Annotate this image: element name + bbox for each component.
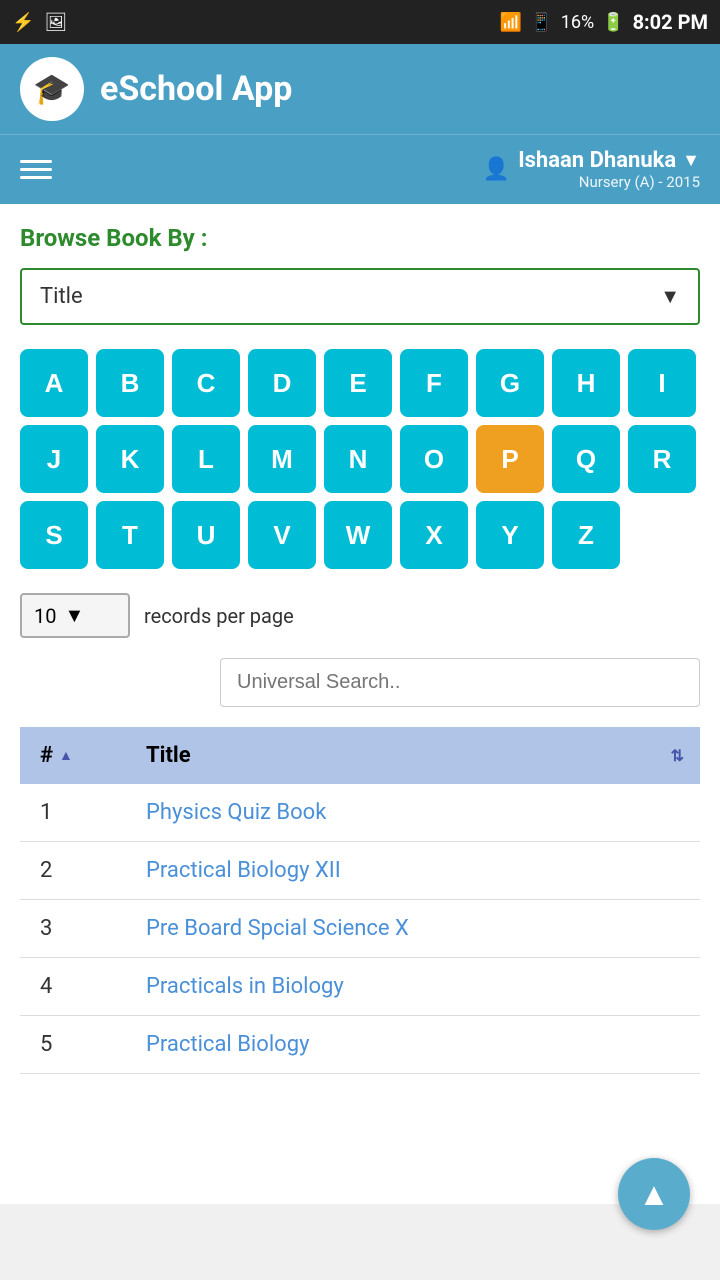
usb-icon: ⚡ — [12, 12, 34, 33]
search-container — [20, 658, 700, 707]
records-label: records per page — [144, 604, 294, 628]
alpha-btn-k[interactable]: K — [96, 425, 164, 493]
table-row: 5 Practical Biology — [20, 1016, 700, 1074]
col-title-header[interactable]: Title ⇅ — [130, 727, 700, 784]
status-bar: ⚡ 🖼 📶 📱 16% 🔋 8:02 PM — [0, 0, 720, 44]
book-title-link[interactable]: Practicals in Biology — [146, 974, 344, 999]
book-title-link[interactable]: Physics Quiz Book — [146, 800, 326, 825]
user-text: Ishaan Dhanuka ▼ Nursery (A) - 2015 — [518, 148, 700, 191]
col-num-header[interactable]: # ▲ — [20, 727, 130, 784]
alphabet-grid: ABCDEFGHI JKLMNOPQR STUVWXYZ — [20, 349, 700, 569]
alpha-btn-p[interactable]: P — [476, 425, 544, 493]
alpha-btn-n[interactable]: N — [324, 425, 392, 493]
user-class: Nursery (A) - 2015 — [579, 173, 700, 191]
table-row: 2 Practical Biology XII — [20, 842, 700, 900]
signal-icon: 📱 — [530, 12, 552, 33]
alpha-btn-s[interactable]: S — [20, 501, 88, 569]
alpha-btn-y[interactable]: Y — [476, 501, 544, 569]
app-logo: 🎓 — [20, 57, 84, 121]
row-number: 4 — [20, 958, 130, 1015]
alpha-btn-v[interactable]: V — [248, 501, 316, 569]
alpha-btn-o[interactable]: O — [400, 425, 468, 493]
alpha-btn-f[interactable]: F — [400, 349, 468, 417]
user-dropdown-arrow: ▼ — [682, 150, 700, 171]
records-dropdown-arrow: ▼ — [64, 603, 84, 628]
nav-bar: 👤 Ishaan Dhanuka ▼ Nursery (A) - 2015 — [0, 134, 720, 204]
data-table: # ▲ Title ⇅ 1 Physics Quiz Book 2 Practical… — [20, 727, 700, 1074]
records-value: 10 — [34, 604, 56, 628]
alpha-btn-r[interactable]: R — [628, 425, 696, 493]
browse-label: Browse Book By : — [20, 224, 700, 252]
hamburger-menu[interactable] — [20, 160, 52, 179]
browse-dropdown[interactable]: Title ▼ — [20, 268, 700, 325]
alpha-btn-c[interactable]: C — [172, 349, 240, 417]
dropdown-value: Title — [40, 284, 83, 309]
row-number: 1 — [20, 784, 130, 841]
table-row: 4 Practicals in Biology — [20, 958, 700, 1016]
records-row: 10 ▼ records per page — [20, 593, 700, 638]
status-right-icons: 📶 📱 16% 🔋 8:02 PM — [500, 10, 708, 34]
user-info[interactable]: 👤 Ishaan Dhanuka ▼ Nursery (A) - 2015 — [483, 148, 700, 191]
search-input[interactable] — [220, 658, 700, 707]
alpha-btn-u[interactable]: U — [172, 501, 240, 569]
user-name: Ishaan Dhanuka — [518, 148, 676, 173]
status-left-icons: ⚡ 🖼 — [12, 12, 67, 33]
scroll-to-top-button[interactable]: ▲ — [618, 1158, 690, 1230]
row-number: 5 — [20, 1016, 130, 1073]
alpha-btn-h[interactable]: H — [552, 349, 620, 417]
alpha-btn-b[interactable]: B — [96, 349, 164, 417]
table-body: 1 Physics Quiz Book 2 Practical Biology XII… — [20, 784, 700, 1074]
alpha-btn-g[interactable]: G — [476, 349, 544, 417]
row-number: 3 — [20, 900, 130, 957]
alpha-btn-i[interactable]: I — [628, 349, 696, 417]
wifi-icon: 📶 — [500, 12, 522, 33]
battery-icon: 🔋 — [602, 12, 624, 33]
book-title-link[interactable]: Pre Board Spcial Science X — [146, 916, 409, 941]
chevron-down-icon: ▼ — [660, 284, 680, 309]
row-number: 2 — [20, 842, 130, 899]
image-icon: 🖼 — [44, 12, 67, 33]
app-header: 🎓 eSchool App — [0, 44, 720, 134]
user-icon: 👤 — [483, 157, 510, 182]
alpha-btn-t[interactable]: T — [96, 501, 164, 569]
status-time: 8:02 PM — [633, 10, 708, 34]
main-content: Browse Book By : Title ▼ ABCDEFGHI JKLMNO… — [0, 204, 720, 1204]
book-title-link[interactable]: Practical Biology XII — [146, 858, 341, 883]
battery-percent: 16% — [561, 12, 594, 33]
alpha-btn-m[interactable]: M — [248, 425, 316, 493]
table-header: # ▲ Title ⇅ — [20, 727, 700, 784]
sort-icon: ▲ — [59, 747, 73, 764]
table-row: 3 Pre Board Spcial Science X — [20, 900, 700, 958]
book-title-link[interactable]: Practical Biology — [146, 1032, 310, 1057]
alpha-btn-j[interactable]: J — [20, 425, 88, 493]
table-row: 1 Physics Quiz Book — [20, 784, 700, 842]
alpha-btn-e[interactable]: E — [324, 349, 392, 417]
logo-icon: 🎓 — [33, 72, 70, 107]
app-title: eSchool App — [100, 69, 292, 109]
alpha-btn-l[interactable]: L — [172, 425, 240, 493]
alpha-btn-x[interactable]: X — [400, 501, 468, 569]
alpha-btn-a[interactable]: A — [20, 349, 88, 417]
title-sort-icon: ⇅ — [671, 746, 684, 765]
chevron-up-icon: ▲ — [638, 1176, 670, 1213]
alpha-btn-w[interactable]: W — [324, 501, 392, 569]
alpha-btn-z[interactable]: Z — [552, 501, 620, 569]
alpha-btn-q[interactable]: Q — [552, 425, 620, 493]
records-per-page-select[interactable]: 10 ▼ — [20, 593, 130, 638]
alpha-btn-d[interactable]: D — [248, 349, 316, 417]
